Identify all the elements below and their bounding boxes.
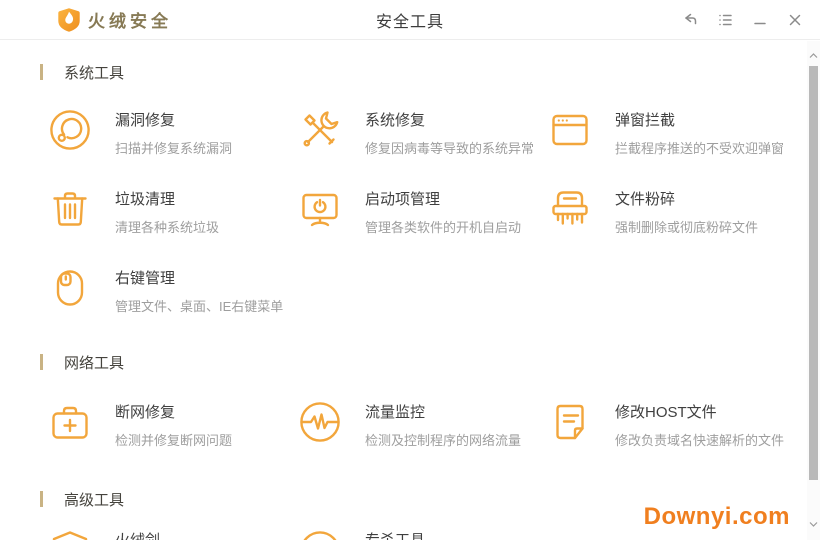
tool-popup-blocker[interactable]: 弹窗拦截 拦截程序推送的不受欢迎弹窗 <box>548 108 798 157</box>
section-title: 网络工具 <box>64 352 124 373</box>
tool-desc: 检测并修复断网问题 <box>115 430 232 449</box>
tool-huorong-sword[interactable]: 火绒剑 <box>48 528 298 540</box>
tool-name: 火绒剑 <box>115 529 160 540</box>
tool-context-menu-manager[interactable]: 右键管理 管理文件、桌面、IE右键菜单 <box>48 266 298 315</box>
traffic-monitor-icon <box>298 400 342 444</box>
junk-clean-icon <box>48 187 92 231</box>
tool-system-repair[interactable]: 系统修复 修复因病毒等导致的系统异常 <box>298 108 548 157</box>
tool-name: 垃圾清理 <box>115 188 219 209</box>
tool-name: 文件粉碎 <box>615 188 758 209</box>
tool-row: 垃圾清理 清理各种系统垃圾 启动项管理 管理各类软件的开机自启动 <box>48 187 820 236</box>
tool-desc: 强制删除或彻底粉碎文件 <box>615 217 758 236</box>
tool-traffic-monitor[interactable]: 流量监控 检测及控制程序的网络流量 <box>298 400 548 449</box>
tool-desc: 修改负责域名快速解析的文件 <box>615 430 784 449</box>
tool-file-shredder[interactable]: 文件粉碎 强制删除或彻底粉碎文件 <box>548 187 798 236</box>
tools-content: 系统工具 漏洞修复 扫描并修复系统漏洞 <box>0 62 820 540</box>
special-killer-icon <box>298 528 342 540</box>
tool-host-file[interactable]: 修改HOST文件 修改负责域名快速解析的文件 <box>548 400 798 449</box>
back-button[interactable] <box>677 7 703 33</box>
tool-name: 右键管理 <box>115 267 283 288</box>
app-name: 火绒安全 <box>88 7 172 32</box>
section-bar <box>40 491 43 507</box>
section-bar <box>40 64 43 80</box>
context-menu-manager-icon <box>48 266 92 310</box>
titlebar: 火绒安全 安全工具 <box>0 0 820 40</box>
popup-blocker-icon <box>548 108 592 152</box>
back-icon <box>681 11 699 29</box>
tool-name: 断网修复 <box>115 401 232 422</box>
file-shredder-icon <box>548 187 592 231</box>
window-controls <box>668 0 808 40</box>
tool-special-killer[interactable]: 专杀工具 <box>298 528 548 540</box>
tool-name: 专杀工具 <box>365 529 425 540</box>
menu-list-icon <box>716 11 734 29</box>
tool-desc: 检测及控制程序的网络流量 <box>365 430 521 449</box>
tool-junk-clean[interactable]: 垃圾清理 清理各种系统垃圾 <box>48 187 298 236</box>
network-fix-icon <box>48 400 92 444</box>
section-bar <box>40 354 43 370</box>
menu-button[interactable] <box>712 7 738 33</box>
tool-vulnerability-fix[interactable]: 漏洞修复 扫描并修复系统漏洞 <box>48 108 298 157</box>
section-title: 高级工具 <box>64 489 124 510</box>
close-button[interactable] <box>782 7 808 33</box>
downyi-watermark: Downyi.com <box>644 503 790 531</box>
tool-row: 右键管理 管理文件、桌面、IE右键菜单 <box>48 266 820 315</box>
tool-desc: 修复因病毒等导致的系统异常 <box>365 138 534 157</box>
app-brand: 火绒安全 <box>57 7 172 33</box>
section-title: 系统工具 <box>64 62 124 83</box>
section-header-network-tools: 网络工具 <box>40 352 820 372</box>
vulnerability-fix-icon <box>48 108 92 152</box>
startup-manager-icon <box>298 187 342 231</box>
tool-row: 漏洞修复 扫描并修复系统漏洞 系统修复 修复因病毒等导致的系统异常 <box>48 108 820 157</box>
tool-desc: 管理文件、桌面、IE右键菜单 <box>115 296 283 315</box>
huorong-sword-icon <box>48 528 92 540</box>
tool-desc: 拦截程序推送的不受欢迎弹窗 <box>615 138 784 157</box>
host-file-icon <box>548 400 592 444</box>
tool-name: 系统修复 <box>365 109 534 130</box>
huorong-logo-icon <box>57 7 81 33</box>
scroll-down-icon[interactable] <box>809 520 818 528</box>
tool-network-fix[interactable]: 断网修复 检测并修复断网问题 <box>48 400 298 449</box>
tool-name: 弹窗拦截 <box>615 109 784 130</box>
huorong-security-window: 火绒安全 安全工具 <box>0 0 820 540</box>
tool-startup-manager[interactable]: 启动项管理 管理各类软件的开机自启动 <box>298 187 548 236</box>
scrollbar-thumb[interactable] <box>809 66 818 480</box>
tool-row: 断网修复 检测并修复断网问题 流量监控 检测及控制程序的网络流量 <box>48 400 820 449</box>
tool-name: 启动项管理 <box>365 188 521 209</box>
tool-desc: 扫描并修复系统漏洞 <box>115 138 232 157</box>
vertical-scrollbar[interactable] <box>807 41 820 540</box>
tool-name: 漏洞修复 <box>115 109 232 130</box>
minimize-icon <box>751 11 769 29</box>
minimize-button[interactable] <box>747 7 773 33</box>
tool-name: 修改HOST文件 <box>615 401 784 422</box>
tool-name: 流量监控 <box>365 401 521 422</box>
tool-desc: 清理各种系统垃圾 <box>115 217 219 236</box>
scroll-up-icon[interactable] <box>809 52 818 60</box>
tool-desc: 管理各类软件的开机自启动 <box>365 217 521 236</box>
section-header-system-tools: 系统工具 <box>40 62 820 82</box>
close-icon <box>786 11 804 29</box>
system-repair-icon <box>298 108 342 152</box>
